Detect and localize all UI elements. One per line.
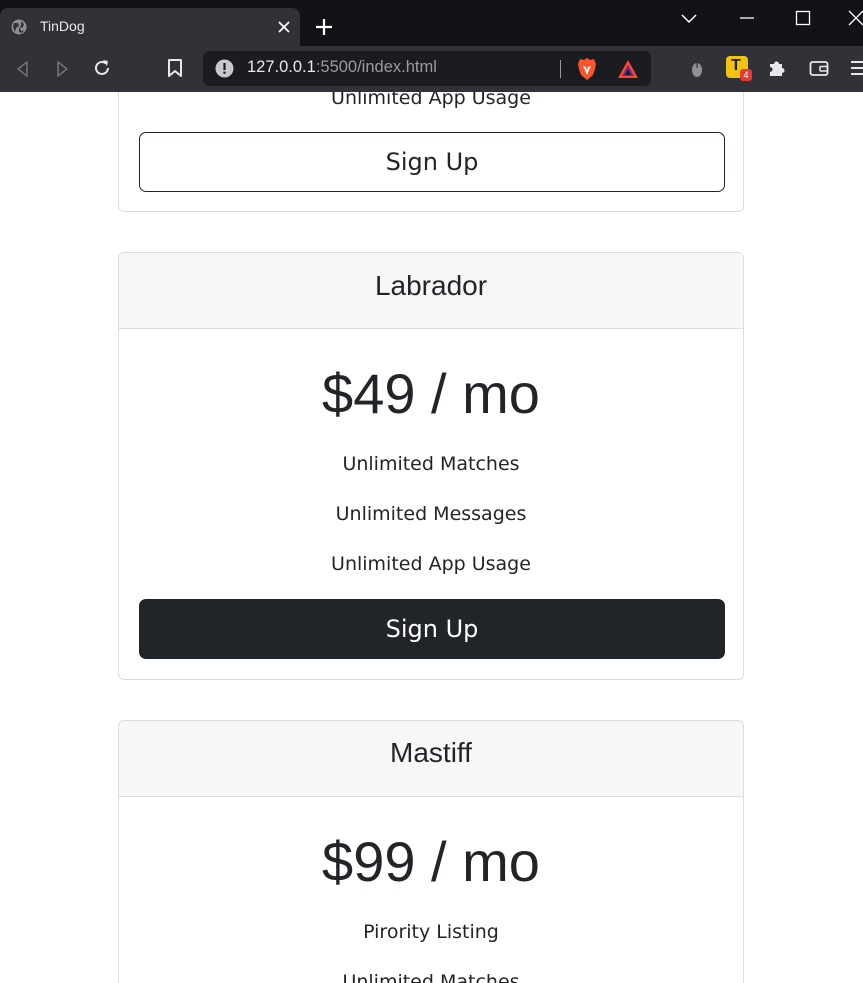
address-bar[interactable]: 127.0.0.1:5500/index.html: [203, 51, 651, 86]
extension-t-icon[interactable]: T 4: [726, 56, 752, 81]
plan-title: Labrador: [374, 270, 488, 301]
globe-icon: [11, 19, 27, 35]
extension-mouse-icon[interactable]: [686, 58, 708, 80]
pricing-card-previous: Unlimited App Usage Sign Up: [118, 92, 744, 212]
pricing-card-labrador: Labrador $49 / mo Unlimited Matches Unli…: [118, 252, 744, 680]
pricing-card-mastiff: Mastiff $99 / mo Pirority Listing Unlimi…: [118, 720, 744, 983]
card-header: Labrador: [119, 253, 743, 329]
minimize-icon[interactable]: [737, 8, 757, 28]
back-icon[interactable]: [12, 58, 34, 80]
feature-item: Unlimited App Usage: [331, 553, 531, 575]
tab-search-chevron-icon[interactable]: [679, 8, 699, 28]
plan-price: $49 / mo: [322, 362, 540, 425]
wallet-icon[interactable]: [808, 57, 830, 79]
url-separator: [560, 60, 561, 78]
sign-up-button[interactable]: Sign Up: [139, 132, 725, 192]
window-close-icon[interactable]: [846, 8, 863, 28]
brave-rewards-triangle-icon[interactable]: [617, 58, 639, 80]
forward-icon[interactable]: [51, 58, 73, 80]
tab-title: TinDog: [40, 18, 85, 34]
feature-item: Pirority Listing: [363, 921, 499, 943]
card-header: Mastiff: [119, 721, 743, 797]
browser-tab-strip: TinDog: [0, 0, 863, 46]
reload-icon[interactable]: [91, 57, 113, 79]
url-path: :5500/index.html: [315, 58, 437, 76]
close-tab-icon[interactable]: [276, 19, 292, 35]
url-host: 127.0.0.1: [247, 58, 316, 76]
browser-tab-active[interactable]: TinDog: [0, 8, 300, 46]
feature-item: Unlimited Matches: [342, 971, 520, 983]
feature-item: Unlimited Messages: [335, 503, 527, 525]
browser-toolbar: 127.0.0.1:5500/index.html T 4: [0, 46, 863, 92]
brave-shields-icon[interactable]: [576, 57, 598, 81]
new-tab-plus-icon[interactable]: [314, 17, 334, 37]
feature-item: Unlimited App Usage: [331, 92, 531, 109]
extension-badge-count: 4: [740, 69, 752, 81]
site-info-icon[interactable]: [215, 59, 234, 78]
sign-up-button[interactable]: Sign Up: [139, 599, 725, 659]
extensions-puzzle-icon[interactable]: [766, 57, 788, 79]
bookmark-icon[interactable]: [164, 57, 186, 79]
menu-icon[interactable]: [848, 57, 863, 79]
plan-price: $99 / mo: [322, 830, 540, 893]
plan-title: Mastiff: [390, 737, 472, 768]
maximize-icon[interactable]: [793, 8, 813, 28]
url-text[interactable]: 127.0.0.1:5500/index.html: [247, 58, 437, 77]
feature-item: Unlimited Matches: [342, 453, 520, 475]
page-viewport: Unlimited App Usage Sign Up Labrador $49…: [0, 92, 863, 983]
